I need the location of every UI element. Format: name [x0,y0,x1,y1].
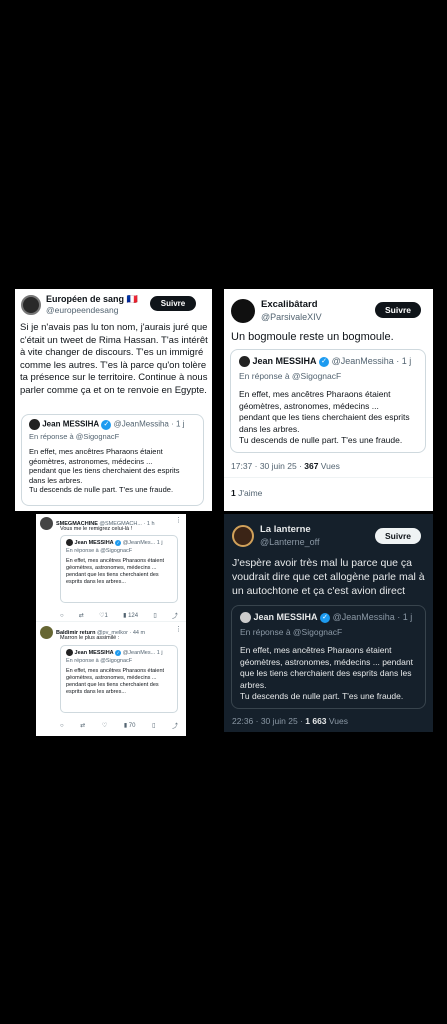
quote-time: 1 j [156,649,163,656]
quote-handle: @JeanMes... [122,649,156,656]
reply-to: En réponse à @SigognacF [240,627,343,638]
more-icon[interactable]: ⋮ [175,516,182,524]
author-handle[interactable]: @ParsivaleXIV [261,311,322,323]
quoted-tweet[interactable]: Jean MESSIHA ✓ @JeanMessiha · 1 j En rép… [231,605,426,709]
follow-button[interactable]: Suivre [150,296,196,311]
verified-icon: ✓ [101,419,112,430]
quote-text: En effet, mes ancêtres Pharaons étaient … [66,558,165,585]
quote-text: En effet, mes ancêtres Pharaons étaient … [239,389,410,446]
share-icon[interactable]: ⤴ [172,611,178,620]
action-bar: ○ ⇄ ♡ ▮ 70 ▯ ⤴ [60,721,178,731]
reply-to: En réponse à @SigognacF [239,371,342,382]
quote-avatar [29,419,40,430]
reply-icon[interactable]: ○ [60,723,64,729]
author-name[interactable]: Excalibâtard [261,299,322,311]
quote-author-name: Jean MESSIHA [253,612,318,622]
retweet-icon[interactable]: ⇄ [80,722,85,729]
flag-icon: 🇫🇷 [126,294,138,304]
quote-author-name: Jean MESSIHA [74,539,114,546]
quoted-tweet[interactable]: Jean MESSIHA ✓ @JeanMessiha · 1 j En rép… [230,349,426,453]
avatar[interactable] [232,525,254,547]
retweet-icon[interactable]: ⇄ [79,612,84,619]
quote-time: 1 j [401,356,412,366]
quote-author-name: Jean MESSIHA [252,356,317,366]
tweet-text: Si je n'avais pas lu ton nom, j'aurais j… [20,322,208,396]
quoted-tweet[interactable]: Jean MESSIHA ✓ @JeanMes... 1 j En répons… [60,535,178,603]
verified-icon: ✓ [115,539,122,546]
reply-icon[interactable]: ○ [60,613,64,619]
bookmark-icon[interactable]: ▯ [153,612,156,619]
avatar[interactable] [21,295,41,315]
timestamp: 17:37 · 30 juin 25 · [231,461,305,471]
quote-avatar [66,539,73,546]
quote-time: 1 j [156,539,163,546]
quote-author-name: Jean MESSIHA [74,649,114,656]
quote-time: 1 j [176,419,185,429]
avatar[interactable] [231,299,255,323]
quote-handle: @JeanMessiha [332,612,395,622]
reply-to: En réponse à @SigognacF [66,548,133,554]
bookmark-icon[interactable]: ▯ [152,722,155,729]
author-name[interactable]: La lanterne [260,524,320,536]
tweet-card-europeen: Européen de sang 🇫🇷 @europeendesang Suiv… [15,289,212,511]
quote-handle: @JeanMes... [122,539,156,546]
quote-time: 1 j [402,612,413,622]
tweet-card-lanterne: La lanterne @Lanterne_off Suivre J'espèr… [224,514,433,732]
follow-button[interactable]: Suivre [375,302,421,318]
quote-handle: @JeanMessiha [331,356,394,366]
views-icon[interactable]: ▮ 70 [124,722,136,729]
reply-to: En réponse à @SigognacF [29,432,120,441]
quote-author-name: Jean MESSIHA [42,419,100,429]
quote-avatar [66,649,73,656]
reply-time: · 1 h [143,520,155,527]
quote-text: En effet, mes ancêtres Pharaons étaient … [29,447,180,494]
quote-handle: @JeanMessiha [113,419,169,429]
views-count: 1 663 [305,716,327,726]
views-icon[interactable]: ▮ 124 [123,612,138,619]
like-icon[interactable]: ♡1 [99,612,108,619]
tweet-text: Un bogmoule reste un bogmoule. [231,331,394,343]
reply-time: · 44 m [129,629,146,636]
tweet-card-excalibatard: Excalibâtard @ParsivaleXIV Suivre Un bog… [224,289,433,511]
likes[interactable]: 1 J'aime [231,488,262,498]
reply-text: Marron le plus assimilé : [60,635,120,641]
avatar[interactable] [40,517,53,530]
reply-to: En réponse à @SigognacF [66,658,133,664]
share-icon[interactable]: ⤴ [172,721,178,730]
tweet-text: J'espère avoir très mal lu parce que ça … [232,557,425,597]
reply-text: Vous me le remigrez celui-là ! [60,526,133,532]
quote-avatar [240,612,251,624]
replies-thread: SMEGMACHINE @SMEGMACH... · 1 h ⋮ Vous me… [36,514,186,736]
quoted-tweet[interactable]: Jean MESSIHA ✓ @JeanMessiha · 1 j En rép… [21,414,204,506]
tweet-metadata: 17:37 · 30 juin 25 · 367 Vues [231,461,340,471]
quoted-tweet[interactable]: Jean MESSIHA ✓ @JeanMes... 1 j En répons… [60,645,178,713]
follow-button[interactable]: Suivre [375,528,421,544]
like-icon[interactable]: ♡ [102,722,107,729]
verified-icon: ✓ [319,356,330,367]
likes-label: J'aime [235,488,263,498]
quote-avatar [239,356,250,368]
verified-icon: ✓ [320,612,331,623]
views-label: Vues [326,716,348,726]
more-icon[interactable]: ⋮ [175,625,182,633]
verified-icon: ✓ [115,649,122,656]
views-count: 367 [304,461,319,471]
author-handle[interactable]: @europeendesang [46,305,138,316]
views-label: Vues [318,461,340,471]
avatar[interactable] [40,626,53,639]
quote-text: En effet, mes ancêtres Pharaons étaient … [66,668,165,695]
author-handle[interactable]: @Lanterne_off [260,536,320,548]
tweet-metadata: 22:36 · 30 juin 25 · 1 663 Vues [232,716,348,726]
action-bar: ○ ⇄ ♡1 ▮ 124 ▯ ⤴ [60,611,178,621]
author-name[interactable]: Européen de sang [46,294,124,304]
timestamp: 22:36 · 30 juin 25 · [232,716,306,726]
quote-text: En effet, mes ancêtres Pharaons étaient … [240,645,413,702]
